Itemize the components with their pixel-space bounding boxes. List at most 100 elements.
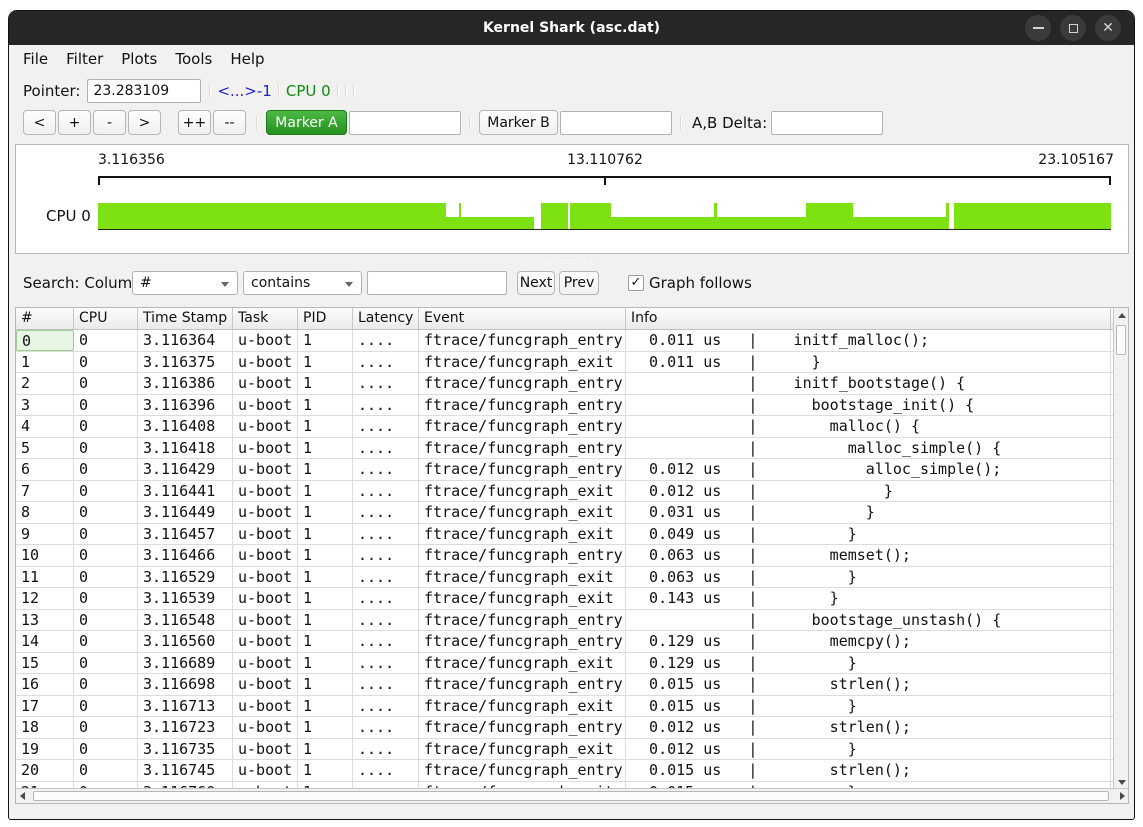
table-cell[interactable]: ....: [353, 373, 419, 394]
table-cell[interactable]: 3.116429: [138, 459, 233, 480]
table-cell[interactable]: 4: [16, 416, 74, 437]
marker-b-input[interactable]: [560, 111, 672, 135]
table-cell[interactable]: ftrace/funcgraph_exit: [419, 588, 626, 609]
table-cell[interactable]: u-boot: [233, 330, 298, 351]
table-row[interactable]: 403.116408u-boot1....ftrace/funcgraph_en…: [16, 416, 1113, 438]
table-cell[interactable]: 0: [74, 438, 138, 459]
table-cell[interactable]: 5: [16, 438, 74, 459]
table-cell[interactable]: ....: [353, 438, 419, 459]
table-cell[interactable]: 0.012 us | strlen();: [626, 717, 1111, 738]
table-cell[interactable]: ....: [353, 567, 419, 588]
table-cell[interactable]: ftrace/funcgraph_exit: [419, 696, 626, 717]
table-cell[interactable]: u-boot: [233, 416, 298, 437]
table-cell[interactable]: 3.116745: [138, 760, 233, 781]
table-row[interactable]: 903.116457u-boot1....ftrace/funcgraph_ex…: [16, 524, 1113, 546]
table-cell[interactable]: ....: [353, 717, 419, 738]
table-cell[interactable]: ....: [353, 330, 419, 351]
table-cell[interactable]: | bootstage_unstash() {: [626, 610, 1111, 631]
nav-button->[interactable]: >: [128, 110, 161, 135]
table-cell[interactable]: 0.049 us | }: [626, 524, 1111, 545]
table-cell[interactable]: 0.129 us | memcpy();: [626, 631, 1111, 652]
menu-item-help[interactable]: Help: [221, 47, 273, 71]
table-cell[interactable]: ftrace/funcgraph_exit: [419, 524, 626, 545]
table-cell[interactable]: ....: [353, 760, 419, 781]
table-cell[interactable]: 3.116441: [138, 481, 233, 502]
table-cell[interactable]: ....: [353, 545, 419, 566]
table-cell[interactable]: u-boot: [233, 717, 298, 738]
table-cell[interactable]: ftrace/funcgraph_entry: [419, 760, 626, 781]
table-cell[interactable]: ....: [353, 352, 419, 373]
table-cell[interactable]: 1: [298, 481, 353, 502]
scroll-left-icon[interactable]: [20, 792, 25, 800]
table-cell[interactable]: 3.116449: [138, 502, 233, 523]
table-row[interactable]: 203.116386u-boot1....ftrace/funcgraph_en…: [16, 373, 1113, 395]
table-cell[interactable]: 16: [16, 674, 74, 695]
table-row[interactable]: 1903.116735u-boot1....ftrace/funcgraph_e…: [16, 739, 1113, 761]
pointer-input[interactable]: [87, 79, 201, 103]
table-cell[interactable]: ftrace/funcgraph_exit: [419, 739, 626, 760]
table-cell[interactable]: ftrace/funcgraph_exit: [419, 567, 626, 588]
vertical-scrollbar[interactable]: [1113, 308, 1128, 790]
column-header-pid[interactable]: PID: [298, 308, 353, 329]
table-cell[interactable]: u-boot: [233, 653, 298, 674]
menu-item-plots[interactable]: Plots: [112, 47, 166, 71]
table-cell[interactable]: ....: [353, 739, 419, 760]
table-cell[interactable]: 0: [74, 481, 138, 502]
table-row[interactable]: 103.116375u-boot1....ftrace/funcgraph_ex…: [16, 352, 1113, 374]
table-cell[interactable]: 3.116689: [138, 653, 233, 674]
search-input[interactable]: [367, 271, 507, 295]
table-cell[interactable]: ftrace/funcgraph_entry: [419, 674, 626, 695]
table-cell[interactable]: 3.116466: [138, 545, 233, 566]
table-cell[interactable]: 11: [16, 567, 74, 588]
splitter-handle[interactable]: [9, 256, 1134, 268]
cpu0-activity-bar[interactable]: [98, 203, 1111, 229]
table-row[interactable]: 1703.116713u-boot1....ftrace/funcgraph_e…: [16, 696, 1113, 718]
table-cell[interactable]: | bootstage_init() {: [626, 395, 1111, 416]
table-cell[interactable]: 14: [16, 631, 74, 652]
table-cell[interactable]: 0: [74, 674, 138, 695]
table-cell[interactable]: 3.116408: [138, 416, 233, 437]
table-cell[interactable]: 3.116364: [138, 330, 233, 351]
table-row[interactable]: 603.116429u-boot1....ftrace/funcgraph_en…: [16, 459, 1113, 481]
table-cell[interactable]: u-boot: [233, 739, 298, 760]
table-row[interactable]: 703.116441u-boot1....ftrace/funcgraph_ex…: [16, 481, 1113, 503]
table-cell[interactable]: ftrace/funcgraph_entry: [419, 459, 626, 480]
marker-b-button[interactable]: Marker B: [479, 110, 558, 135]
nav-button--[interactable]: -: [93, 110, 126, 135]
table-cell[interactable]: ftrace/funcgraph_entry: [419, 373, 626, 394]
table-cell[interactable]: ....: [353, 674, 419, 695]
table-cell[interactable]: 0.012 us | }: [626, 739, 1111, 760]
table-cell[interactable]: 0.063 us | }: [626, 567, 1111, 588]
table-cell[interactable]: 0: [74, 416, 138, 437]
column-header-cpu[interactable]: CPU: [74, 308, 138, 329]
close-button[interactable]: ✕: [1095, 15, 1121, 41]
table-cell[interactable]: 10: [16, 545, 74, 566]
table-cell[interactable]: 20: [16, 760, 74, 781]
table-cell[interactable]: 0.011 us | initf_malloc();: [626, 330, 1111, 351]
table-cell[interactable]: 19: [16, 739, 74, 760]
table-cell[interactable]: ftrace/funcgraph_entry: [419, 545, 626, 566]
table-cell[interactable]: u-boot: [233, 502, 298, 523]
table-cell[interactable]: 6: [16, 459, 74, 480]
table-cell[interactable]: 0.015 us | strlen();: [626, 674, 1111, 695]
table-cell[interactable]: ftrace/funcgraph_entry: [419, 395, 626, 416]
table-cell[interactable]: 0: [74, 373, 138, 394]
table-row[interactable]: 1103.116529u-boot1....ftrace/funcgraph_e…: [16, 567, 1113, 589]
table-cell[interactable]: ftrace/funcgraph_exit: [419, 352, 626, 373]
table-cell[interactable]: 0: [74, 588, 138, 609]
table-cell[interactable]: u-boot: [233, 696, 298, 717]
table-cell[interactable]: 0: [74, 717, 138, 738]
table-cell[interactable]: | malloc_simple() {: [626, 438, 1111, 459]
table-cell[interactable]: 3.116396: [138, 395, 233, 416]
table-cell[interactable]: 0.129 us | }: [626, 653, 1111, 674]
table-cell[interactable]: 0: [74, 760, 138, 781]
table-cell[interactable]: ....: [353, 696, 419, 717]
column-header-task[interactable]: Task: [233, 308, 298, 329]
table-cell[interactable]: ....: [353, 524, 419, 545]
column-header-time-stamp[interactable]: Time Stamp: [138, 308, 233, 329]
table-cell[interactable]: ....: [353, 459, 419, 480]
graph-follows-checkbox[interactable]: ✓: [628, 275, 644, 291]
table-cell[interactable]: 3.116375: [138, 352, 233, 373]
table-cell[interactable]: 3.116723: [138, 717, 233, 738]
table-cell[interactable]: 1: [298, 502, 353, 523]
